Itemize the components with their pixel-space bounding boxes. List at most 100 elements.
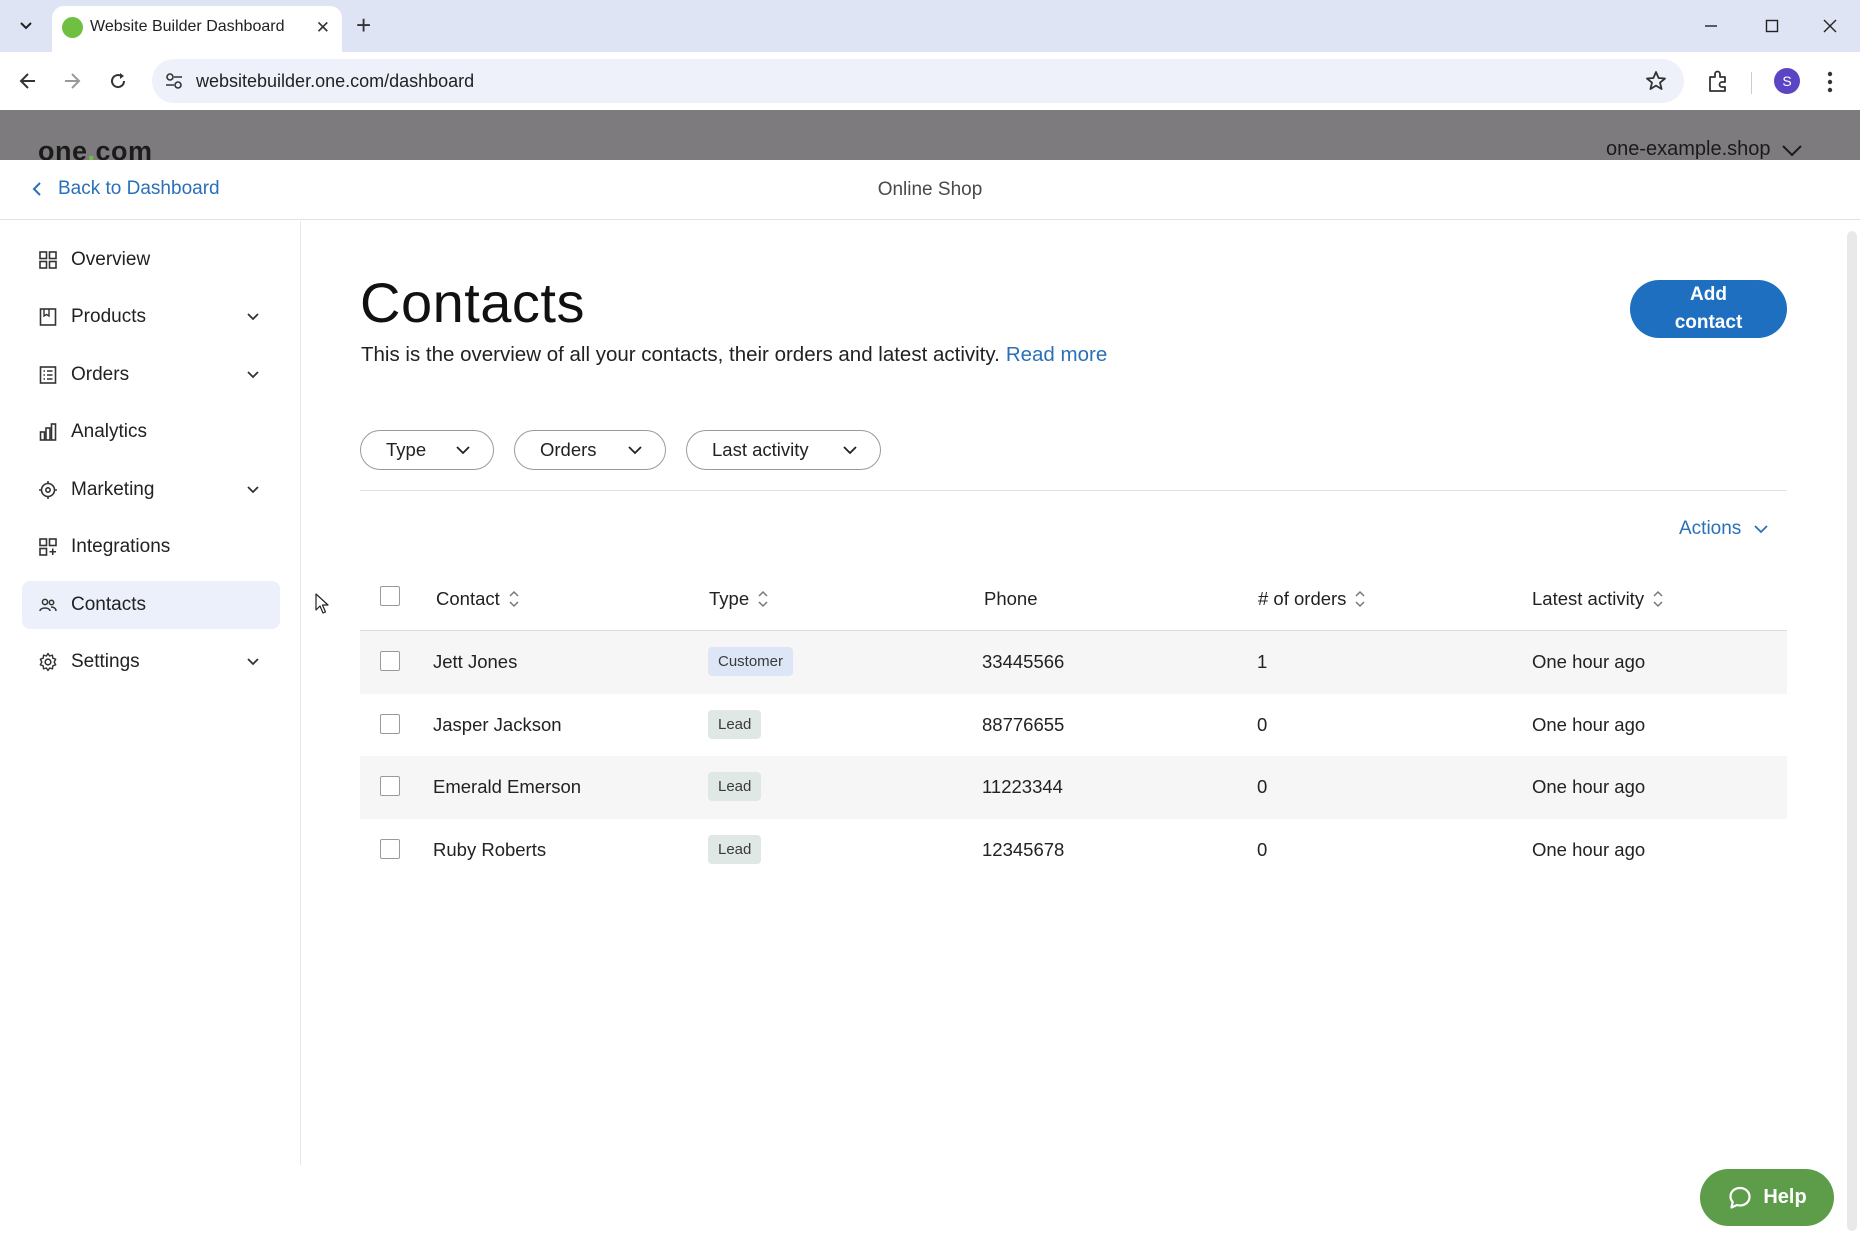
new-tab-button[interactable]: +: [356, 12, 371, 38]
activity-cell: One hour ago: [1532, 651, 1646, 672]
chevron-down-icon: [247, 371, 259, 379]
orders-cell: 1: [1257, 651, 1268, 672]
chevron-down-icon: [1754, 525, 1768, 534]
add-contact-button[interactable]: Add contact: [1630, 280, 1787, 338]
activity-cell: One hour ago: [1532, 838, 1646, 860]
sidebar-item-analytics[interactable]: Analytics: [22, 408, 280, 456]
activity-cell: One hour ago: [1532, 713, 1646, 735]
contacts-table: Contact Type Phone # of orders Latest ac…: [360, 568, 1787, 881]
chevron-down-icon: [843, 446, 857, 455]
box-icon: [39, 308, 57, 326]
browser-tab-bar: Website Builder Dashboard ✕ +: [0, 0, 1860, 52]
arrow-right-icon: [65, 73, 81, 89]
add-contact-label: Add contact: [1674, 284, 1743, 333]
read-more-link[interactable]: Read more: [1006, 343, 1107, 366]
chevron-down-icon: [1781, 144, 1802, 156]
address-bar[interactable]: websitebuilder.one.com/dashboard: [152, 59, 1684, 103]
column-label: Latest activity: [1532, 588, 1645, 609]
sidebar-item-marketing[interactable]: Marketing: [22, 466, 280, 514]
row-checkbox[interactable]: [380, 838, 400, 859]
sub-header: Back to Dashboard Online Shop: [0, 160, 1860, 220]
app-header: one.com one-example.shop: [0, 110, 1860, 160]
column-label: # of orders: [1258, 588, 1347, 609]
contact-name[interactable]: Jasper Jackson: [433, 714, 562, 736]
minimize-button[interactable]: [1696, 12, 1726, 40]
phone-cell: 11223344: [982, 776, 1063, 797]
sidebar-item-orders[interactable]: Orders: [22, 351, 280, 399]
actions-dropdown[interactable]: Actions: [1679, 518, 1769, 540]
table-header: Contact Type Phone # of orders Latest ac…: [360, 568, 1787, 631]
sort-icon: [1653, 590, 1663, 608]
sidebar-item-label: Settings: [71, 651, 140, 672]
sidebar-item-label: Marketing: [71, 479, 155, 500]
minimize-icon: [1705, 25, 1717, 27]
close-tab-icon[interactable]: ✕: [316, 19, 330, 37]
sidebar-item-overview[interactable]: Overview: [22, 236, 280, 284]
domain-name: one-example.shop: [1606, 138, 1771, 160]
contact-name[interactable]: Jett Jones: [433, 651, 517, 673]
table-row[interactable]: Jasper Jackson Lead 88776655 0 One hour …: [360, 694, 1787, 757]
sidebar-item-label: Orders: [71, 364, 130, 385]
column-header-type[interactable]: Type: [709, 588, 769, 610]
type-badge: Lead: [708, 834, 762, 864]
close-window-button[interactable]: [1815, 12, 1845, 40]
table-row[interactable]: Jett Jones Customer 33445566 1 One hour …: [360, 631, 1787, 694]
sidebar-item-label: Analytics: [71, 421, 148, 442]
help-button[interactable]: Help: [1700, 1169, 1834, 1226]
row-checkbox[interactable]: [380, 651, 400, 671]
column-header-phone: Phone: [984, 588, 1038, 610]
gear-icon: [39, 652, 57, 672]
table-row[interactable]: Ruby Roberts Lead 12345678 0 One hour ag…: [360, 819, 1787, 882]
type-badge: Customer: [708, 647, 794, 676]
filter-label: Type: [386, 439, 427, 460]
row-checkbox[interactable]: [380, 713, 400, 734]
sidebar-item-products[interactable]: Products: [22, 293, 280, 341]
description-text: This is the overview of all your contact…: [361, 343, 1000, 366]
forward-button[interactable]: [56, 65, 88, 97]
phone-cell: 33445566: [982, 651, 1065, 672]
column-header-orders[interactable]: # of orders: [1258, 588, 1366, 610]
bookmark-star-icon[interactable]: [1644, 69, 1668, 93]
back-button[interactable]: [12, 65, 44, 97]
bar-chart-icon: [39, 423, 57, 441]
scrollbar[interactable]: [1847, 231, 1857, 1231]
select-all-checkbox[interactable]: [380, 586, 400, 606]
sort-icon: [1355, 590, 1365, 608]
maximize-button[interactable]: [1757, 12, 1787, 40]
contact-name[interactable]: Emerald Emerson: [433, 776, 581, 798]
filter-type[interactable]: Type: [360, 430, 494, 470]
table-row[interactable]: Emerald Emerson Lead 11223344 0 One hour…: [360, 756, 1787, 819]
sidebar-item-label: Overview: [71, 249, 151, 270]
actions-label: Actions: [1679, 518, 1742, 539]
contact-name[interactable]: Ruby Roberts: [433, 839, 546, 861]
maximize-icon: [1765, 19, 1779, 33]
tab-search-button[interactable]: [10, 10, 42, 42]
column-label: Contact: [436, 588, 500, 609]
column-header-latest-activity[interactable]: Latest activity: [1532, 588, 1664, 610]
profile-avatar[interactable]: S: [1774, 68, 1800, 94]
brand-text: one: [38, 136, 88, 160]
tab-title: Website Builder Dashboard: [90, 18, 285, 35]
browser-tab[interactable]: Website Builder Dashboard ✕: [52, 6, 342, 52]
column-header-contact[interactable]: Contact: [436, 588, 520, 610]
reload-button[interactable]: [102, 65, 134, 97]
people-icon: [39, 598, 57, 612]
extensions-icon[interactable]: [1704, 68, 1732, 96]
site-info-icon[interactable]: [164, 71, 184, 91]
sidebar-item-integrations[interactable]: Integrations: [22, 523, 280, 571]
sort-icon: [509, 590, 519, 608]
type-badge: Lead: [708, 772, 762, 801]
filter-last-activity[interactable]: Last activity: [686, 430, 881, 470]
grid-icon: [39, 251, 57, 269]
chevron-down-icon: [20, 22, 32, 30]
chevron-down-icon: [456, 446, 470, 455]
row-checkbox[interactable]: [380, 776, 400, 796]
filter-orders[interactable]: Orders: [514, 430, 666, 470]
chevron-down-icon: [247, 486, 259, 494]
sidebar-item-contacts[interactable]: Contacts: [22, 581, 280, 629]
sidebar-item-settings[interactable]: Settings: [22, 638, 280, 686]
more-menu-icon[interactable]: [1820, 68, 1840, 96]
domain-selector[interactable]: one-example.shop: [1606, 138, 1803, 160]
brand-logo[interactable]: one.com: [38, 136, 153, 160]
arrow-left-icon: [19, 73, 35, 89]
